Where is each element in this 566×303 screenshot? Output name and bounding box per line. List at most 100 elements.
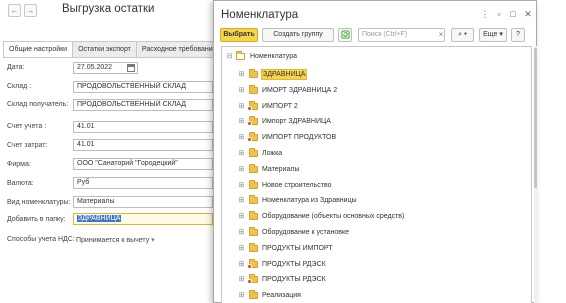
expand-icon[interactable]: ⊞ xyxy=(238,229,245,236)
nomenclature-type-field[interactable]: Материалы xyxy=(73,196,213,208)
tree-item[interactable]: ⊞ Материалы xyxy=(222,162,531,177)
marked-badge-icon xyxy=(247,121,252,127)
tree-item[interactable]: ⊞ Новое строительство xyxy=(222,178,531,193)
more-vert-icon[interactable]: ⋮ xyxy=(480,8,490,20)
expand-icon[interactable]: ⊞ xyxy=(238,71,245,78)
scrollbar-thumb[interactable] xyxy=(534,48,537,188)
nomenclature-dialog: Номенклатура ⋮ ▫ □ ✕ Выбрать Создать гру… xyxy=(213,0,537,303)
account-field[interactable]: 41.01 xyxy=(73,121,213,133)
tree-item[interactable]: ⊞ Оборудование (объекты основных средств) xyxy=(222,209,531,224)
tree-item-label: Номенклатура из Здравницы xyxy=(262,197,357,205)
back-button[interactable]: ← xyxy=(8,4,21,17)
expand-icon[interactable]: ⊞ xyxy=(238,276,245,283)
back-arrow-icon: ← xyxy=(10,6,19,15)
tree-item[interactable]: ⊞ ПРОДУКТЫ РДЭСК xyxy=(222,257,531,272)
form-tabs: Общие настройки Остатки экспорт Расходно… xyxy=(3,41,223,58)
select-button[interactable]: Выбрать xyxy=(220,28,258,42)
account-label: Счет учета : xyxy=(7,123,47,130)
tree-item[interactable]: ⊞ Номенклатура из Здравницы xyxy=(222,193,531,208)
tree-item-label: ПРОДУКТЫ РДЭСК xyxy=(262,260,326,268)
marked-badge-icon xyxy=(247,137,252,143)
tree-item[interactable]: ⊞ ИМПОРТ ПРОДУКТОВ xyxy=(222,130,531,145)
account-value: 41.01 xyxy=(77,123,95,130)
company-label: Фирма: xyxy=(7,161,31,168)
folder-icon xyxy=(249,148,258,157)
warehouse-receiver-field[interactable]: ПРОДОВОЛЬСТВЕННЫЙ СКЛАД xyxy=(73,99,213,111)
folder-open-icon xyxy=(236,51,245,60)
cost-account-field[interactable]: 41.01 xyxy=(73,139,213,151)
tree-item-label: Оборудование (объекты основных средств) xyxy=(262,213,405,221)
expand-icon[interactable]: ⊞ xyxy=(238,213,245,220)
close-icon[interactable]: ✕ xyxy=(523,8,533,20)
warehouse-receiver-value: ПРОДОВОЛЬСТВЕННЫЙ СКЛАД xyxy=(77,101,186,108)
help-button[interactable]: ? xyxy=(511,28,525,42)
folder-icon xyxy=(249,242,258,252)
tree-item-label: Оборудование к установке xyxy=(262,229,350,236)
folder-icon xyxy=(249,290,258,300)
tree-root[interactable]: ⊟ Номенклатура xyxy=(222,49,531,64)
cost-account-value: 41.01 xyxy=(77,141,95,148)
more-button[interactable]: Еще ▾ xyxy=(479,28,507,42)
add-to-folder-value: ЗДРАВНИЦА xyxy=(77,215,122,222)
forward-button[interactable]: → xyxy=(24,4,37,17)
dialog-title: Номенклатура xyxy=(221,9,299,21)
add-to-folder-label: Добавить в папку: xyxy=(7,216,66,223)
folder-icon xyxy=(247,132,258,143)
tree-item[interactable]: ⊞ Ложка xyxy=(222,146,531,161)
expand-icon[interactable]: ⊞ xyxy=(238,134,245,141)
vat-method-select[interactable]: Принимается к вычету xyxy=(76,236,155,244)
tree-item-label: Импорт ЗДРАВНИЦА xyxy=(262,118,331,126)
search-button[interactable]: ⌕ ▾ xyxy=(451,28,474,42)
calendar-icon[interactable] xyxy=(127,64,135,72)
tree-item[interactable]: ⊞ Оборудование к установке xyxy=(222,225,531,240)
tree-item[interactable]: ⊞ Реализация xyxy=(222,288,531,303)
cost-account-label: Счет затрат: xyxy=(7,142,48,149)
expand-icon[interactable]: ⊞ xyxy=(238,166,245,173)
expand-icon[interactable]: ⊞ xyxy=(238,150,245,157)
create-group-button[interactable]: Создать группу xyxy=(262,28,334,42)
tree-item[interactable]: ⊞ Импорт ЗДРАВНИЦА xyxy=(222,114,531,129)
refresh-icon xyxy=(340,30,350,39)
warehouse-value: ПРОДОВОЛЬСТВЕННЫЙ СКЛАД xyxy=(77,83,186,90)
tree-item[interactable]: ⊞ ПРОДУКТЫ ИМПОРТ xyxy=(222,241,531,256)
nomenclature-type-label: Вид номенклатуры: xyxy=(7,199,71,206)
expand-icon[interactable]: ⊞ xyxy=(238,103,245,110)
expand-icon[interactable]: ⊞ xyxy=(238,87,245,94)
tree-item[interactable]: ⊞ ИМОРТ ЗДРАВНИЦА 2 xyxy=(222,83,531,98)
date-label: Дата: xyxy=(7,64,25,71)
expand-icon[interactable]: ⊞ xyxy=(238,261,245,268)
tree-item-label: ИМОРТ ЗДРАВНИЦА 2 xyxy=(262,86,338,94)
expand-icon[interactable]: ⊞ xyxy=(238,197,245,204)
collapse-icon[interactable]: ⊟ xyxy=(226,53,233,60)
warehouse-field[interactable]: ПРОДОВОЛЬСТВЕННЫЙ СКЛАД xyxy=(73,81,213,93)
add-to-folder-field[interactable]: ЗДРАВНИЦА xyxy=(73,213,213,225)
tree-item-label: Реализация xyxy=(262,292,301,300)
expand-icon[interactable]: ⊞ xyxy=(238,118,245,125)
refresh-button[interactable] xyxy=(338,28,352,42)
tree-item[interactable]: ⊞ ИМПОРТ 2 xyxy=(222,99,531,114)
company-field[interactable]: ООО "Санаторий "Городецкий" xyxy=(73,158,213,170)
tab-general-settings[interactable]: Общие настройки xyxy=(3,41,74,58)
search-clear-icon[interactable]: × xyxy=(436,28,446,42)
tree-item-label: ИМПОРТ ПРОДУКТОВ xyxy=(262,134,337,142)
tree-item[interactable]: ⊞ ЗДРАВНИЦА xyxy=(222,67,531,82)
nomenclature-tree: ⊟ Номенклатура ⊞ ЗДРАВНИЦА ⊞ ИМОРТ ЗДРАВНИЦ… xyxy=(221,46,532,303)
tree-item-label: ПРОДУКТЫ РДЭСК xyxy=(262,276,326,284)
search-input[interactable]: Поиск (Ctrl+F) xyxy=(358,28,445,42)
maximize-window-icon[interactable]: □ xyxy=(508,8,518,20)
tab-expense-requirement[interactable]: Расходное требование xyxy=(135,41,223,57)
expand-icon[interactable]: ⊞ xyxy=(238,245,245,252)
tab-remains-export[interactable]: Остатки экспорт xyxy=(72,41,137,57)
tree-item-label: ЗДРАВНИЦА xyxy=(261,69,308,80)
currency-field[interactable]: Руб xyxy=(73,177,213,189)
expand-icon[interactable]: ⊞ xyxy=(238,292,245,299)
tree-item-label: Материалы xyxy=(262,165,300,173)
restore-window-icon[interactable]: ▫ xyxy=(494,8,504,20)
expand-icon[interactable]: ⊞ xyxy=(238,182,245,189)
folder-icon xyxy=(249,227,258,236)
nomenclature-type-value: Материалы xyxy=(77,198,115,205)
folder-icon xyxy=(249,195,258,205)
date-field[interactable]: 27.05.2022 xyxy=(73,62,138,74)
currency-label: Валюта: xyxy=(7,180,34,187)
tree-item[interactable]: ⊞ ПРОДУКТЫ РДЭСК xyxy=(222,272,531,287)
